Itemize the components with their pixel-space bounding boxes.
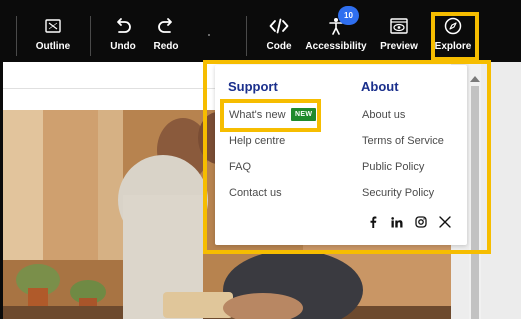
scrollbar-thumb[interactable] (471, 86, 479, 319)
code-label: Code (266, 40, 292, 52)
accessibility-icon: 10 (325, 5, 359, 37)
explore-label: Explore (434, 40, 472, 52)
menu-item-terms-of-service[interactable]: Terms of Service (362, 135, 444, 147)
scroll-up-arrow-icon[interactable] (470, 76, 480, 82)
undo-icon (112, 15, 134, 37)
redo-label: Redo (153, 40, 179, 52)
menu-item-security-policy[interactable]: Security Policy (362, 187, 434, 199)
code-icon (268, 15, 290, 37)
x-icon[interactable] (438, 215, 452, 229)
accessibility-issue-badge: 10 (338, 5, 359, 25)
toolbar-divider (16, 16, 17, 56)
facebook-icon[interactable] (366, 215, 380, 229)
compass-icon (442, 15, 464, 37)
vertical-scrollbar[interactable] (469, 62, 481, 319)
about-heading: About (361, 79, 399, 94)
outline-label: Outline (35, 40, 71, 52)
new-badge: NEW (291, 108, 317, 121)
accessibility-button[interactable]: 10 Accessibility (304, 0, 368, 62)
undo-label: Undo (110, 40, 136, 52)
preview-label: Preview (380, 40, 418, 52)
right-panel-edge (481, 62, 521, 319)
redo-icon (155, 15, 177, 37)
menu-item-faq[interactable]: FAQ (229, 161, 251, 173)
outline-button[interactable]: Outline (21, 0, 85, 62)
menu-item-public-policy[interactable]: Public Policy (362, 161, 424, 173)
support-heading: Support (228, 79, 278, 94)
redo-button[interactable]: Redo (134, 0, 198, 62)
editor-toolbar: Outline Undo Redo Code 10 Accessibility … (0, 0, 521, 62)
accessibility-label: Accessibility (305, 40, 367, 52)
menu-item-about-us[interactable]: About us (362, 109, 405, 121)
code-button[interactable]: Code (247, 0, 311, 62)
explore-button[interactable]: Explore (421, 0, 485, 62)
menu-item-help-centre[interactable]: Help centre (229, 135, 285, 147)
outline-icon (42, 15, 64, 37)
preview-icon (388, 15, 410, 37)
menu-item-whats-new[interactable]: What's new (229, 109, 286, 121)
instagram-icon[interactable] (414, 215, 428, 229)
menu-item-contact-us[interactable]: Contact us (229, 187, 282, 199)
toolbar-dot (208, 34, 210, 36)
linkedin-icon[interactable] (390, 215, 404, 229)
